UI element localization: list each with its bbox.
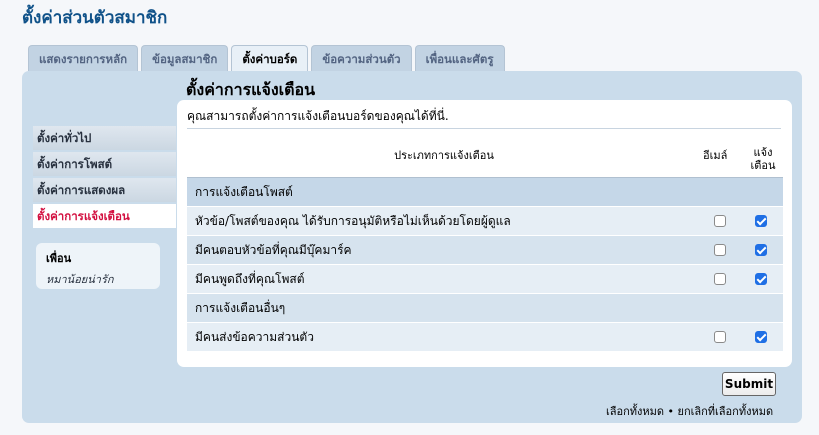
tab-profile[interactable]: ข้อมูลสมาชิก xyxy=(141,45,229,71)
tab-overview[interactable]: แสดงรายการหลัก xyxy=(28,45,139,71)
sidebar-menu: ตั้งค่าทั่วไป ตั้งค่าการโพสต์ ตั้งค่าการ… xyxy=(33,126,176,230)
row-label: มีคนพูดถึงที่คุณโพสต์ xyxy=(195,272,305,286)
divider xyxy=(187,128,781,129)
header-type: ประเภทการแจ้งเตือน xyxy=(394,149,494,162)
select-links: เลือกทั้งหมด • ยกเลิกที่เลือกทั้งหมด xyxy=(606,402,773,420)
submit-button[interactable]: Submit xyxy=(722,372,776,396)
row-label: หัวข้อ/โพสต์ของคุณ ได้รับการอนุมัติหรือไ… xyxy=(195,214,511,228)
group-row-post: การแจ้งเตือนโพสต์ xyxy=(187,178,783,207)
page-title: ตั้งค่าส่วนตัวสมาชิก xyxy=(22,8,168,28)
friend-link[interactable]: หมาน้อยน่ารัก xyxy=(46,270,160,288)
header-email: อีเมล์ xyxy=(703,149,728,162)
group-row-other: การแจ้งเตือนอื่นๆ xyxy=(187,294,783,323)
notify-checkbox[interactable] xyxy=(755,331,767,343)
select-all-link[interactable]: เลือกทั้งหมด xyxy=(606,405,664,418)
table-row: มีคนพูดถึงที่คุณโพสต์ xyxy=(187,265,783,294)
notify-checkbox[interactable] xyxy=(755,215,767,227)
notify-checkbox[interactable] xyxy=(755,244,767,256)
table-header: ประเภทการแจ้งเตือน อีเมล์ แจ้งเตือน xyxy=(187,136,783,178)
email-checkbox[interactable] xyxy=(714,244,726,256)
row-label: มีคนส่งข้อความส่วนตัว xyxy=(195,330,314,344)
notify-checkbox[interactable] xyxy=(755,273,767,285)
link-separator: • xyxy=(664,405,678,418)
deselect-all-link[interactable]: ยกเลิกที่เลือกทั้งหมด xyxy=(678,405,774,418)
header-notify: แจ้งเตือน xyxy=(750,146,776,172)
row-label: การแจ้งเตือนอื่นๆ xyxy=(195,301,286,315)
tab-bar: แสดงรายการหลัก ข้อมูลสมาชิก ตั้งค่าบอร์ด… xyxy=(28,45,505,72)
sidebar-item-posting[interactable]: ตั้งค่าการโพสต์ xyxy=(33,152,176,178)
sidebar-item-notifications[interactable]: ตั้งค่าการแจ้งเตือน xyxy=(33,204,176,230)
email-checkbox[interactable] xyxy=(714,331,726,343)
friends-title: เพื่อน xyxy=(46,252,72,265)
table-row: มีคนส่งข้อความส่วนตัว xyxy=(187,323,783,352)
sidebar-item-display[interactable]: ตั้งค่าการแสดงผล xyxy=(33,178,176,204)
table-row: มีคนตอบหัวข้อที่คุณมีบุ๊คมาร์ค xyxy=(187,236,783,265)
notification-table: ประเภทการแจ้งเตือน อีเมล์ แจ้งเตือน การแ… xyxy=(187,136,783,352)
row-label: มีคนตอบหัวข้อที่คุณมีบุ๊คมาร์ค xyxy=(195,243,352,257)
intro-text: คุณสามารถตั้งค่าการแจ้งเตือนบอร์ดของคุณไ… xyxy=(187,109,449,123)
content-panel: คุณสามารถตั้งค่าการแจ้งเตือนบอร์ดของคุณไ… xyxy=(177,100,792,367)
tab-board-preferences[interactable]: ตั้งค่าบอร์ด xyxy=(231,45,309,72)
email-checkbox[interactable] xyxy=(714,215,726,227)
friends-box: เพื่อน หมาน้อยน่ารัก xyxy=(36,243,160,289)
sidebar-item-general[interactable]: ตั้งค่าทั่วไป xyxy=(33,126,176,152)
email-checkbox[interactable] xyxy=(714,273,726,285)
row-label: การแจ้งเตือนโพสต์ xyxy=(195,185,293,199)
table-row: หัวข้อ/โพสต์ของคุณ ได้รับการอนุมัติหรือไ… xyxy=(187,207,783,236)
tab-private-messages[interactable]: ข้อความส่วนตัว xyxy=(311,45,412,71)
tab-friends-foes[interactable]: เพื่อนและศัตรู xyxy=(414,45,505,71)
